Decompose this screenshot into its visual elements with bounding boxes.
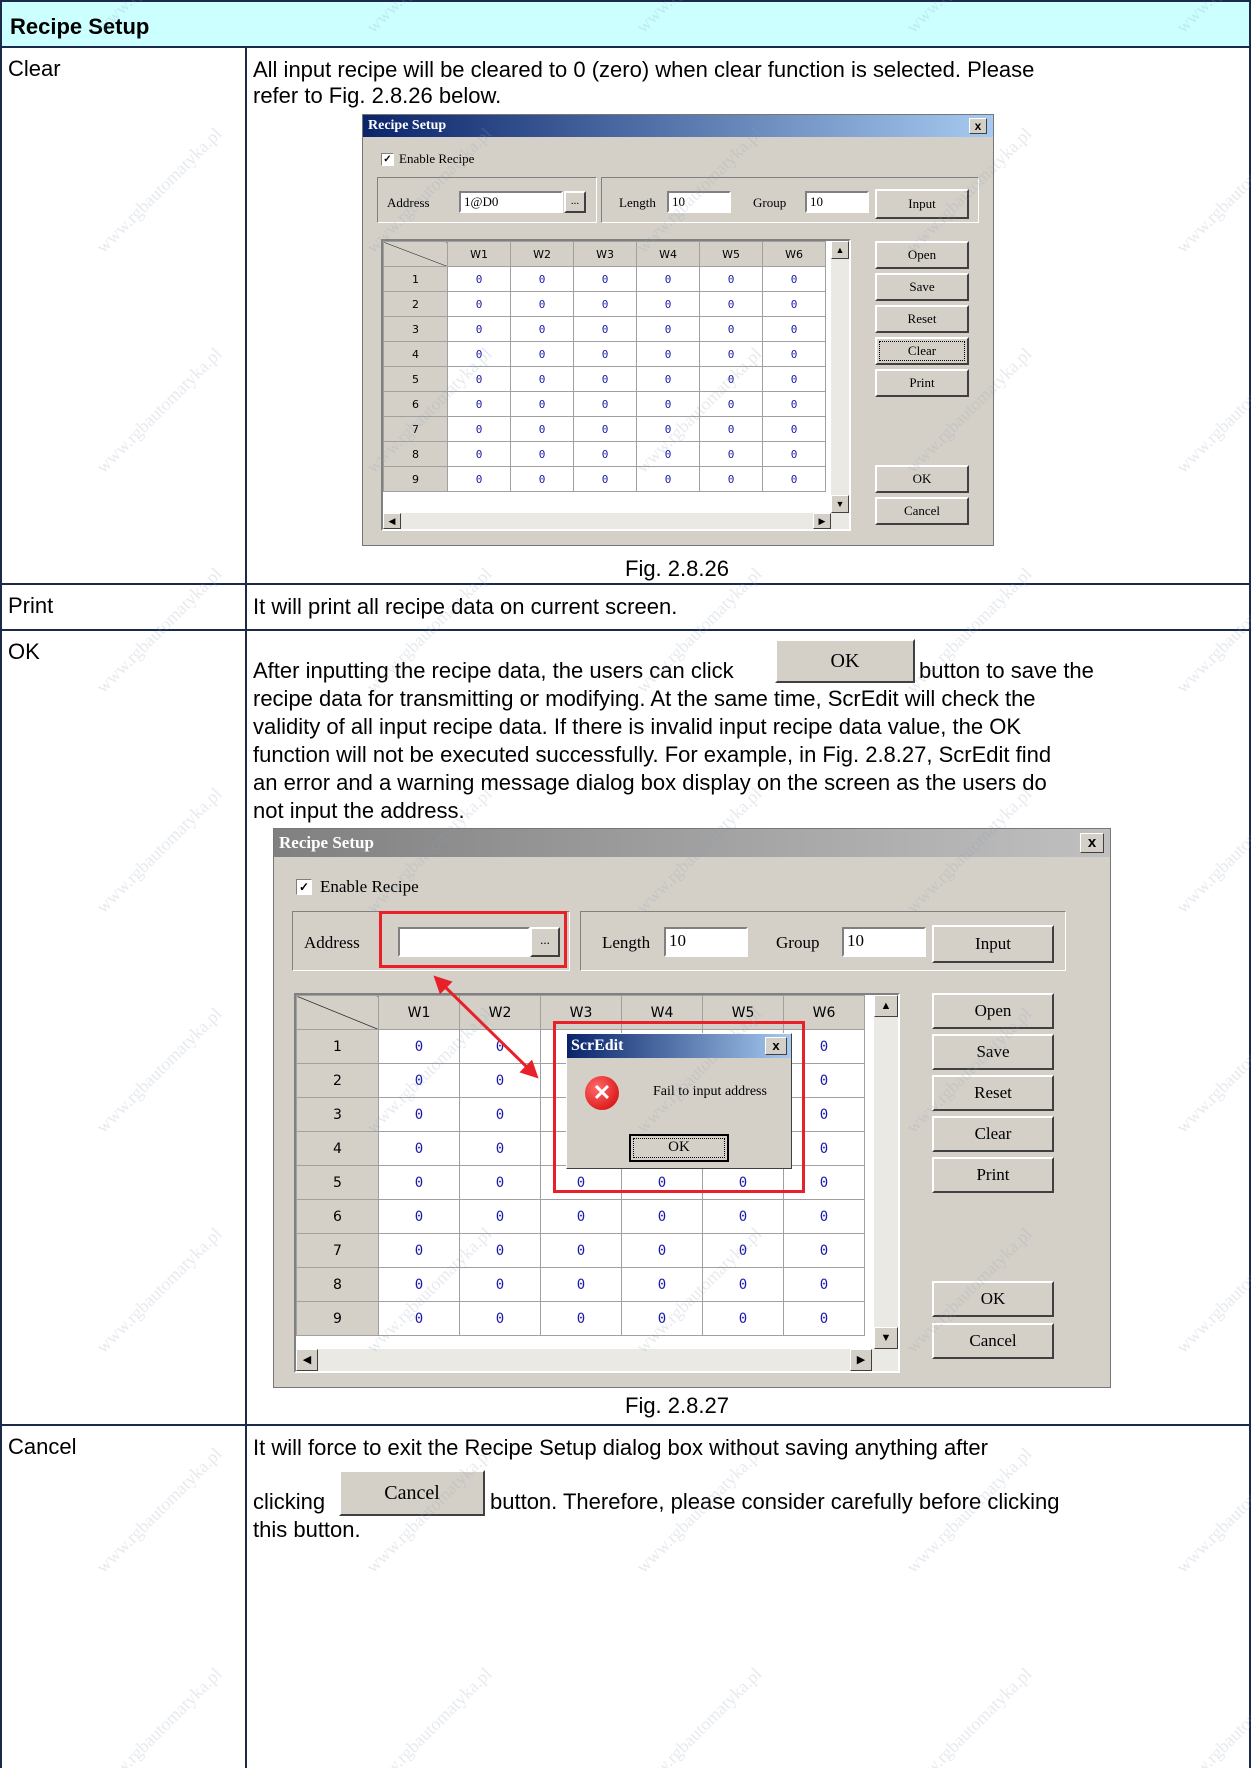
double-arrow-icon <box>433 975 539 1079</box>
annotation-arrow-layer <box>433 975 539 1079</box>
